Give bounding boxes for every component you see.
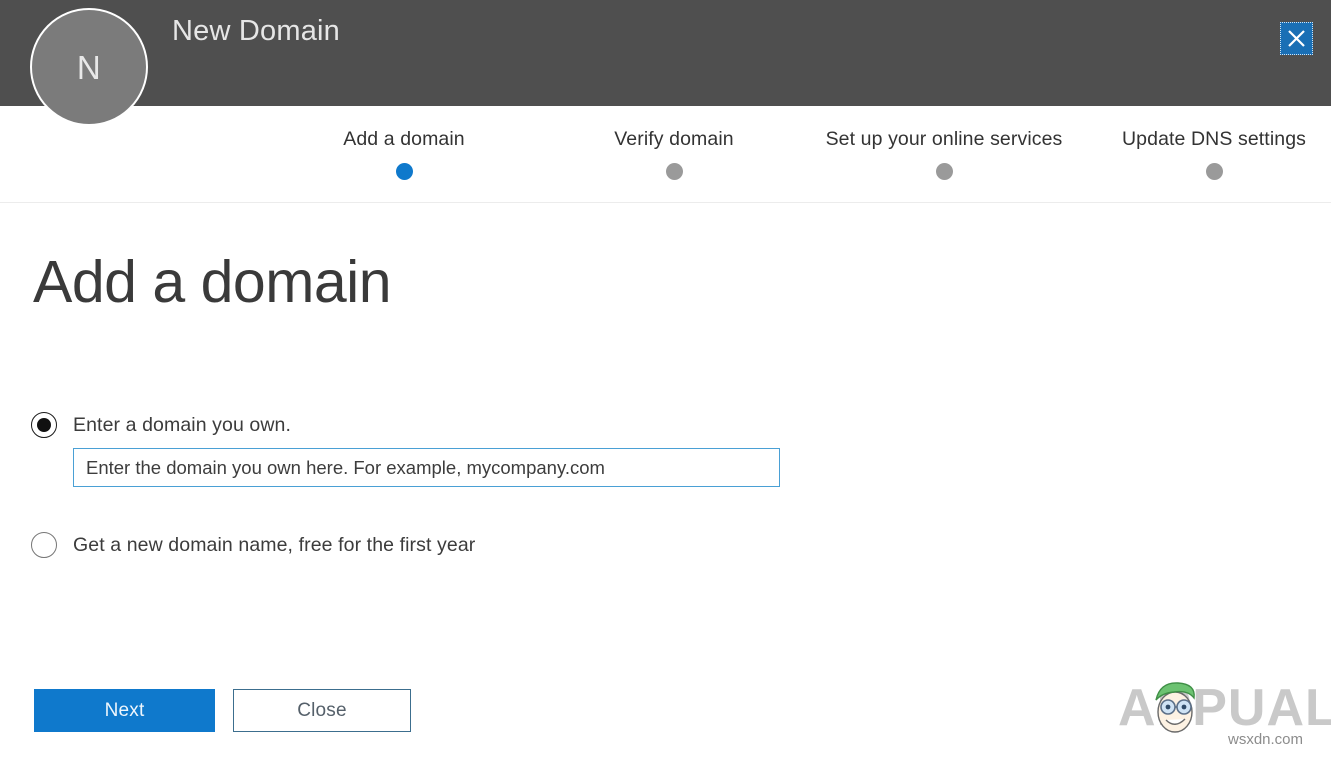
avatar: N xyxy=(30,8,148,126)
step-add-a-domain[interactable]: Add a domain xyxy=(304,126,504,180)
radio-option-enter-domain-you-own[interactable]: Enter a domain you own. xyxy=(31,412,291,438)
mascot-icon xyxy=(1144,674,1206,736)
radio-label: Get a new domain name, free for the firs… xyxy=(73,534,476,556)
window-title: New Domain xyxy=(172,15,340,47)
close-window-button[interactable] xyxy=(1280,22,1313,55)
next-button[interactable]: Next xyxy=(34,689,215,732)
step-dot-active xyxy=(395,163,413,180)
step-label: Verify domain xyxy=(614,128,734,150)
radio-get-new-domain[interactable] xyxy=(31,532,57,558)
step-dot xyxy=(665,163,683,180)
step-verify-domain[interactable]: Verify domain xyxy=(574,126,774,180)
watermark-brand: APPUALS xyxy=(1118,679,1331,737)
page-title: Add a domain xyxy=(33,249,392,315)
step-dot xyxy=(935,163,953,180)
radio-option-get-new-domain[interactable]: Get a new domain name, free for the firs… xyxy=(31,532,475,558)
step-label: Set up your online services xyxy=(825,128,1063,150)
avatar-initial: N xyxy=(76,48,102,86)
radio-enter-domain-you-own[interactable] xyxy=(31,412,57,438)
watermark: APPUALS wsxdn.com xyxy=(1118,672,1331,752)
step-set-up-online-services[interactable]: Set up your online services xyxy=(794,126,1094,180)
step-update-dns-settings[interactable]: Update DNS settings xyxy=(1084,126,1331,180)
new-domain-wizard: New Domain N Add a domain Verify domain … xyxy=(0,0,1331,761)
wizard-step-nav: Add a domain Verify domain Set up your o… xyxy=(0,106,1331,203)
radio-label: Enter a domain you own. xyxy=(73,414,292,436)
close-x-icon xyxy=(1286,28,1307,49)
step-label: Update DNS settings xyxy=(1122,128,1306,150)
step-dot xyxy=(1205,163,1223,180)
close-button[interactable]: Close xyxy=(233,689,411,732)
watermark-site: wsxdn.com xyxy=(1228,731,1304,748)
window-header: New Domain xyxy=(0,0,1331,106)
domain-name-input[interactable] xyxy=(73,448,780,487)
step-label: Add a domain xyxy=(343,128,465,150)
